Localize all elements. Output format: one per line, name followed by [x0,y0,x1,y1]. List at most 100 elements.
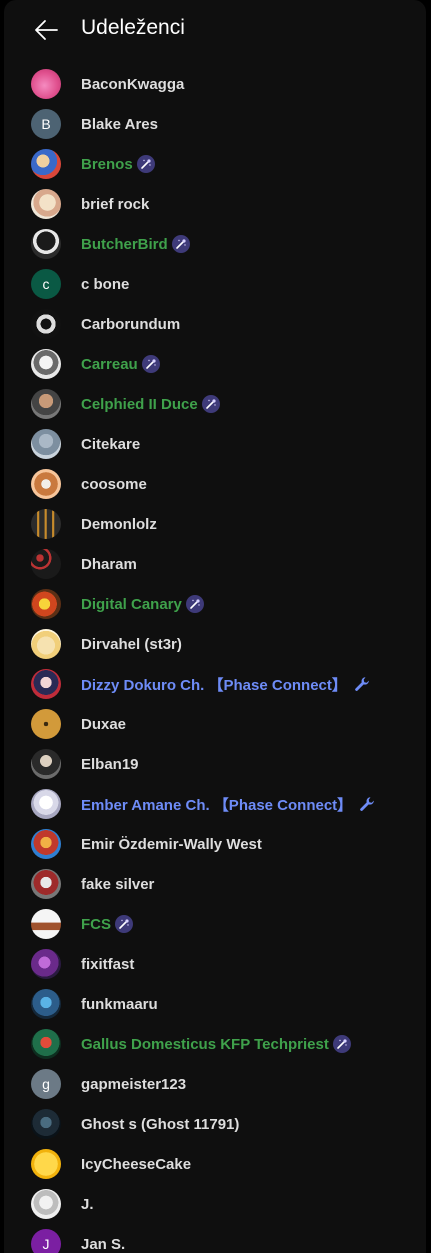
participant-row[interactable]: Dizzy Dokuro Ch. 【Phase Connect】 [4,664,426,704]
avatar[interactable] [31,149,61,179]
avatar[interactable] [31,549,61,579]
participant-name: ButcherBird [81,235,168,253]
avatar[interactable] [31,1189,61,1219]
back-button[interactable] [30,14,62,46]
participant-name: Jan S. [81,1235,126,1253]
avatar[interactable]: g [31,1069,61,1099]
participant-name: Blake Ares [81,115,158,133]
participant-name: IcyCheeseCake [81,1155,192,1173]
participant-row[interactable]: g gapmeister123 [4,1064,426,1104]
avatar[interactable] [31,989,61,1019]
participant-name: gapmeister123 [81,1075,187,1093]
avatar[interactable] [31,589,61,619]
avatar[interactable] [31,309,61,339]
participant-row[interactable]: FCS [4,904,426,944]
avatar[interactable]: J [31,1229,61,1253]
moderator-wrench-icon [353,675,371,693]
participant-row[interactable]: ButcherBird [4,224,426,264]
participant-row[interactable]: Ember Amane Ch. 【Phase Connect】 [4,784,426,824]
participant-row[interactable]: Gallus Domesticus KFP Techpriest [4,1024,426,1064]
participant-name: coosome [81,475,147,493]
participant-name: Citekare [81,435,141,453]
avatar[interactable] [31,949,61,979]
participant-row[interactable]: coosome [4,464,426,504]
participant-row[interactable]: Citekare [4,424,426,464]
participant-row[interactable]: brief rock [4,184,426,224]
participant-name: Dirvahel (st3r) [81,635,182,653]
avatar[interactable] [31,349,61,379]
member-badge-icon [201,395,220,413]
member-badge-icon [185,595,204,613]
participant-row[interactable]: funkmaaru [4,984,426,1024]
participant-row[interactable]: Emir Özdemir-Wally West [4,824,426,864]
participant-row[interactable]: Digital Canary [4,584,426,624]
participant-row[interactable]: J Jan S. [4,1224,426,1253]
avatar[interactable] [31,749,61,779]
participant-row[interactable]: Duxae [4,704,426,744]
participant-row[interactable]: B Blake Ares [4,104,426,144]
avatar[interactable] [31,429,61,459]
participant-name: fake silver [81,875,155,893]
member-badge-icon [141,355,160,373]
participant-name: fixitfast [81,955,135,973]
participant-row[interactable]: J. [4,1184,426,1224]
arrow-left-icon [35,20,58,40]
participant-row[interactable]: fake silver [4,864,426,904]
participant-row[interactable]: BaconKwagga [4,64,426,104]
participant-row[interactable]: Carreau [4,344,426,384]
avatar[interactable] [31,189,61,219]
participant-name: Ghost s (Ghost 11791) [81,1115,240,1133]
avatar[interactable] [31,509,61,539]
participant-name: Elban19 [81,755,139,773]
participant-name: J. [81,1195,94,1213]
participant-name: Carborundum [81,315,181,333]
participant-name: funkmaaru [81,995,158,1013]
avatar[interactable] [31,229,61,259]
participant-name: Dizzy Dokuro Ch. 【Phase Connect】 [81,676,347,694]
avatar[interactable] [31,909,61,939]
participant-name: Gallus Domesticus KFP Techpriest [81,1035,329,1053]
participant-name: FCS [81,915,111,933]
avatar[interactable] [31,829,61,859]
participant-name: brief rock [81,195,150,213]
participant-row[interactable]: fixitfast [4,944,426,984]
avatar[interactable] [31,69,61,99]
avatar[interactable] [31,1149,61,1179]
avatar[interactable] [31,1109,61,1139]
participant-name: Duxae [81,715,127,733]
avatar[interactable] [31,629,61,659]
participant-row[interactable]: Brenos [4,144,426,184]
participant-name: BaconKwagga [81,75,185,93]
avatar[interactable]: B [31,109,61,139]
page-title: Udeleženci [81,16,185,39]
participant-row[interactable]: Ghost s (Ghost 11791) [4,1104,426,1144]
participant-name: Dharam [81,555,137,573]
participant-row[interactable]: Dirvahel (st3r) [4,624,426,664]
avatar[interactable] [31,869,61,899]
participant-row[interactable]: Carborundum [4,304,426,344]
participant-name: Ember Amane Ch. 【Phase Connect】 [81,796,353,814]
participant-name: Brenos [81,155,133,173]
avatar[interactable] [31,709,61,739]
participant-row[interactable]: Elban19 [4,744,426,784]
avatar[interactable] [31,1029,61,1059]
avatar[interactable] [31,789,61,819]
avatar[interactable]: c [31,269,61,299]
member-badge-icon [171,235,190,253]
avatar[interactable] [31,669,61,699]
participant-name: Emir Özdemir-Wally West [81,835,262,853]
participant-row[interactable]: IcyCheeseCake [4,1144,426,1184]
participants-panel: Udeleženci BaconKwagga B Blake Ares Brenos b… [4,0,426,1253]
participant-name: Carreau [81,355,138,373]
participant-name: Digital Canary [81,595,182,613]
avatar[interactable] [31,469,61,499]
member-badge-icon [136,155,155,173]
participant-row[interactable]: c c bone [4,264,426,304]
participant-row[interactable]: Demonlolz [4,504,426,544]
avatar[interactable] [31,389,61,419]
participant-row[interactable]: Dharam [4,544,426,584]
moderator-wrench-icon [358,795,376,813]
participant-name: Celphied II Duce [81,395,198,413]
member-badge-icon [332,1035,351,1053]
participant-row[interactable]: Celphied II Duce [4,384,426,424]
